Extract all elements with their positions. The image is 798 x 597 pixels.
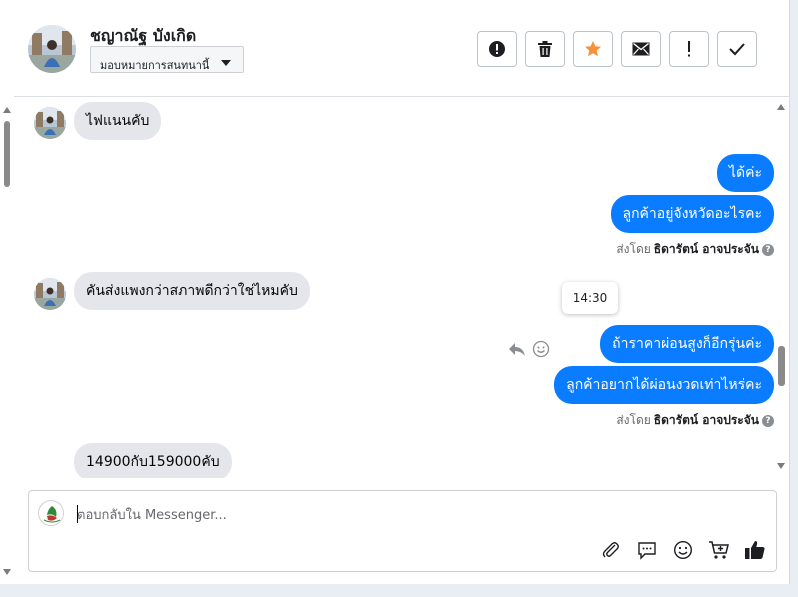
sender-avatar[interactable] [34,107,66,139]
chat-bubble-icon [638,542,656,560]
text-cursor [77,505,78,523]
outgoing-message[interactable]: ได้ค่ะ [716,154,774,192]
follow-up-button[interactable] [669,31,709,67]
sent-by-prefix: ส่งโดย [616,242,651,256]
sent-by-name: ธิดารัตน์ อาจประจัน [653,242,759,256]
message-actions [508,340,550,358]
scroll-up-arrow-icon[interactable] [777,104,785,110]
scroll-thumb[interactable] [4,121,10,187]
sent-by-label: ส่งโดย ธิดารัตน์ อาจประจัน ? [616,411,774,430]
thread-scrollbar[interactable] [774,100,788,472]
incoming-message[interactable]: ไฟแนนคับ [74,102,162,140]
paperclip-icon [602,542,619,558]
composer-tools [600,539,766,561]
trash-icon [538,41,552,57]
outgoing-message[interactable]: ถ้าราคาผ่อนสูงก็อีกรุ่นค่ะ [600,325,774,363]
info-icon[interactable]: ? [762,243,774,256]
contact-avatar[interactable] [28,25,76,73]
reply-composer [28,490,777,572]
star-button[interactable] [573,31,613,67]
scroll-thumb[interactable] [778,346,785,386]
check-icon [729,43,745,56]
outgoing-message[interactable]: ลูกค้าอยากได้ผ่อนงวดเท่าไหร่คะ [554,366,774,404]
exclamation-icon [688,41,690,57]
saved-replies-button[interactable] [636,539,658,561]
scroll-down-arrow-icon[interactable] [777,463,785,469]
message-thread: ไฟแนนคับ ได้ค่ะ ลูกค้าอยู่จังหวัดอะไรคะ … [14,98,774,478]
incoming-message[interactable]: คันส่งแพงกว่าสภาพดีกว่าใช่ไหมคับ [74,272,310,310]
caret-down-icon [221,60,231,66]
scroll-up-arrow-icon[interactable] [3,107,11,113]
left-scrollbar[interactable] [0,97,14,584]
sent-by-prefix: ส่งโดย [616,413,651,427]
star-icon [585,41,601,57]
reply-input[interactable] [77,505,677,525]
conversation-panel: ชญาณัฐ บังเกิด มอบหมายการสนทนานี้ ไฟแนนค… [0,0,790,584]
sent-by-name: ธิดารัตน์ อาจประจัน [653,413,759,427]
sent-by-label: ส่งโดย ธิดารัตน์ อาจประจัน ? [616,240,774,259]
assign-conversation-dropdown[interactable]: มอบหมายการสนทนานี้ [90,46,244,73]
smiley-icon [673,540,693,560]
reply-icon[interactable] [508,341,526,357]
shop-button[interactable] [708,539,730,561]
incoming-message[interactable]: 14900กับ159000คับ [74,443,232,478]
envelope-icon [632,42,650,56]
assign-label: มอบหมายการสนทนานี้ [100,59,210,72]
info-icon[interactable]: ? [762,414,774,427]
sender-avatar[interactable] [34,278,66,310]
smiley-icon[interactable] [532,340,550,358]
alert-circle-icon [489,41,505,57]
scroll-down-arrow-icon[interactable] [3,569,11,575]
emoji-button[interactable] [672,539,694,561]
page-logo [38,500,64,526]
attach-button[interactable] [600,539,622,561]
delete-button[interactable] [525,31,565,67]
conversation-header: ชญาณัฐ บังเกิด มอบหมายการสนทนานี้ [14,0,790,97]
mark-done-button[interactable] [717,31,757,67]
like-button[interactable] [744,539,766,561]
thumbs-up-icon [745,541,765,559]
mark-unread-button[interactable] [621,31,661,67]
mark-spam-button[interactable] [477,31,517,67]
message-time-tooltip: 14:30 [562,282,618,314]
cart-icon [709,541,729,559]
outgoing-message[interactable]: ลูกค้าอยู่จังหวัดอะไรคะ [610,195,774,233]
